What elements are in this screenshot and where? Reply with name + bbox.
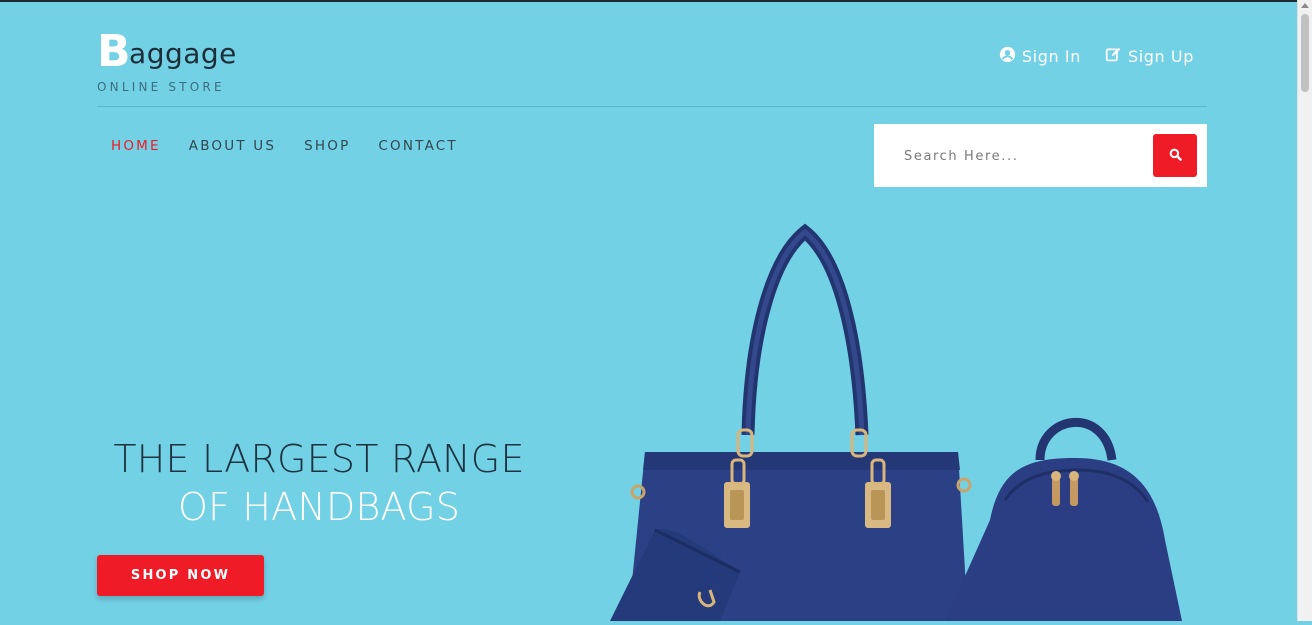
search-input[interactable] bbox=[904, 143, 1134, 169]
nav-item-contact[interactable]: CONTACT bbox=[364, 136, 471, 156]
search-icon bbox=[1169, 146, 1182, 165]
hero-line-1: THE LARGEST RANGE bbox=[113, 437, 525, 481]
auth-links: Sign In Sign Up bbox=[999, 46, 1194, 67]
user-circle-icon bbox=[999, 46, 1016, 67]
sign-up-label: Sign Up bbox=[1127, 47, 1194, 66]
window-top-border bbox=[0, 0, 1312, 2]
search-button[interactable] bbox=[1153, 134, 1197, 177]
nav-item-about-us[interactable]: ABOUT US bbox=[175, 136, 290, 156]
hero-heading: THE LARGEST RANGE OF HANDBAGS bbox=[97, 435, 541, 531]
sign-up-link[interactable]: Sign Up bbox=[1105, 46, 1194, 67]
hero-line-2: OF HANDBAGS bbox=[177, 485, 461, 529]
scroll-up-icon[interactable] bbox=[1301, 3, 1309, 8]
nav-item-shop[interactable]: SHOP bbox=[290, 136, 364, 156]
logo-rest: aggage bbox=[129, 37, 237, 70]
vertical-scrollbar[interactable] bbox=[1297, 0, 1312, 621]
handbags-image bbox=[600, 220, 1200, 621]
site-logo[interactable]: Baggage ONLINE STORE bbox=[97, 30, 237, 95]
main-nav: HOME ABOUT US SHOP CONTACT bbox=[97, 136, 472, 156]
scrollbar-thumb[interactable] bbox=[1301, 14, 1309, 92]
sign-in-link[interactable]: Sign In bbox=[999, 46, 1081, 67]
sign-in-label: Sign In bbox=[1021, 47, 1081, 66]
nav-item-home[interactable]: HOME bbox=[97, 136, 175, 156]
logo-tagline: ONLINE STORE bbox=[97, 80, 225, 94]
search-box bbox=[874, 124, 1207, 187]
header-divider bbox=[97, 106, 1207, 107]
shop-now-button[interactable]: SHOP NOW bbox=[97, 555, 264, 596]
logo-initial: B bbox=[97, 26, 132, 77]
edit-icon bbox=[1105, 46, 1122, 67]
logo-wordmark: Baggage bbox=[97, 30, 237, 74]
